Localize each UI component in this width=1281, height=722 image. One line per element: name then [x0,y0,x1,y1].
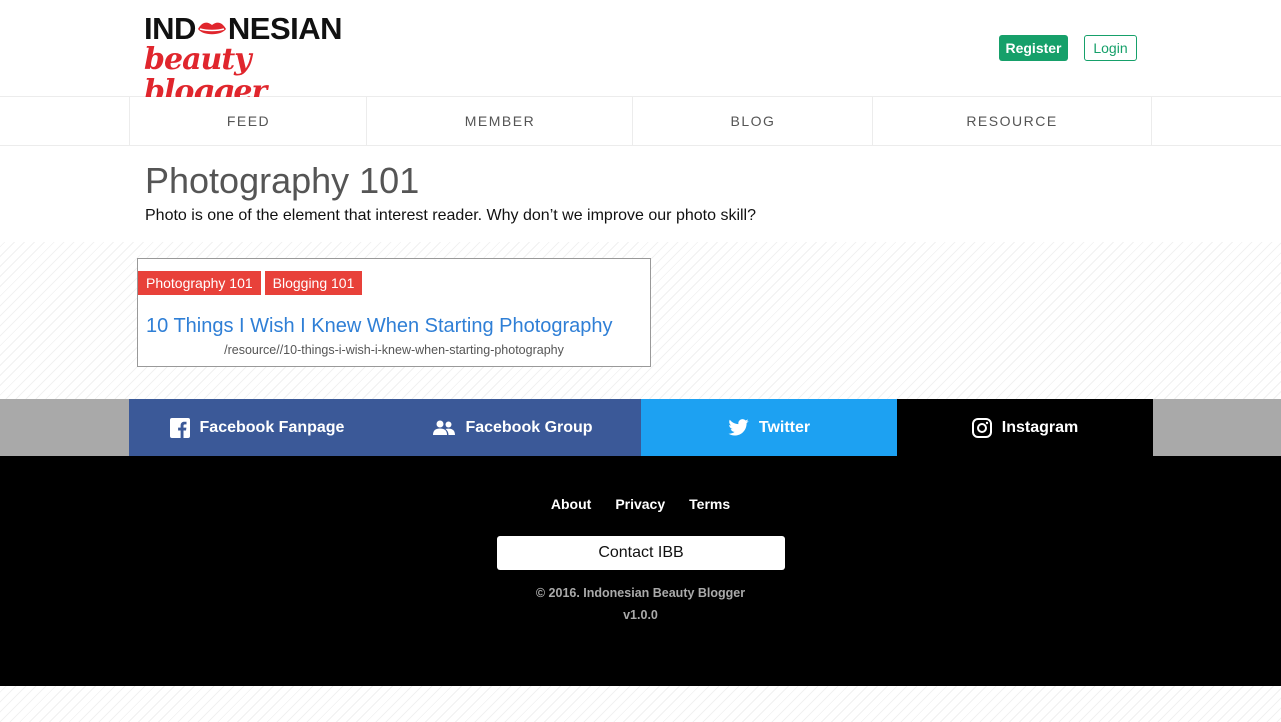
lips-logo-icon [197,22,226,35]
group-icon [433,420,456,435]
tag-photography-101[interactable]: Photography 101 [138,271,261,295]
instagram-label: Instagram [1001,418,1079,436]
facebook-group-label: Facebook Group [465,418,593,436]
twitter-label: Twitter [758,418,811,436]
logo-wordmark-top: IND NESIAN [144,12,364,46]
site-logo[interactable]: IND NESIAN beauty blogger [144,12,364,108]
footer-link-privacy[interactable]: Privacy [615,496,665,512]
facebook-fanpage-label: Facebook Fanpage [199,418,345,436]
tag-list: Photography 101 Blogging 101 [138,271,363,295]
facebook-group-button[interactable]: Facebook Group [385,399,641,456]
page-title: Photography 101 [145,160,420,201]
resource-card: Photography 101 Blogging 101 10 Things I… [137,258,651,367]
nav-item-feed[interactable]: FEED [129,97,367,145]
twitter-button[interactable]: Twitter [641,399,897,456]
page-header: Photography 101 Photo is one of the elem… [0,146,1281,242]
contact-button[interactable]: Contact IBB [497,536,785,570]
tag-blogging-101[interactable]: Blogging 101 [264,271,363,295]
social-bar: Facebook Fanpage Facebook Group Twitter … [0,399,1281,456]
nav-item-member[interactable]: MEMBER [366,97,633,145]
site-header: IND NESIAN beauty blogger Register Login [0,0,1281,108]
page-description: Photo is one of the element that interes… [145,207,756,224]
footer-link-about[interactable]: About [551,496,591,512]
facebook-icon [169,417,190,438]
main-nav: FEED MEMBER BLOG RESOURCE [0,97,1281,146]
logo-text-part-1: IND [144,11,196,46]
resource-path: /resource//10-things-i-wish-i-knew-when-… [224,343,564,357]
resource-title-link[interactable]: 10 Things I Wish I Knew When Starting Ph… [146,315,613,338]
nav-item-blog[interactable]: BLOG [632,97,873,145]
register-button[interactable]: Register [999,35,1068,61]
footer-link-terms[interactable]: Terms [689,496,730,512]
facebook-fanpage-button[interactable]: Facebook Fanpage [129,399,385,456]
twitter-icon [728,419,749,436]
copyright-text: © 2016. Indonesian Beauty Blogger [535,586,746,600]
site-footer: About Privacy Terms Contact IBB © 2016. … [0,456,1281,686]
version-text: v1.0.0 [623,608,658,622]
instagram-button[interactable]: Instagram [897,399,1153,456]
footer-links: About Privacy Terms [0,496,1281,512]
nav-item-resource[interactable]: RESOURCE [872,97,1152,145]
login-button[interactable]: Login [1084,35,1137,61]
logo-text-part-2: NESIAN [227,11,343,46]
instagram-icon [971,417,992,438]
